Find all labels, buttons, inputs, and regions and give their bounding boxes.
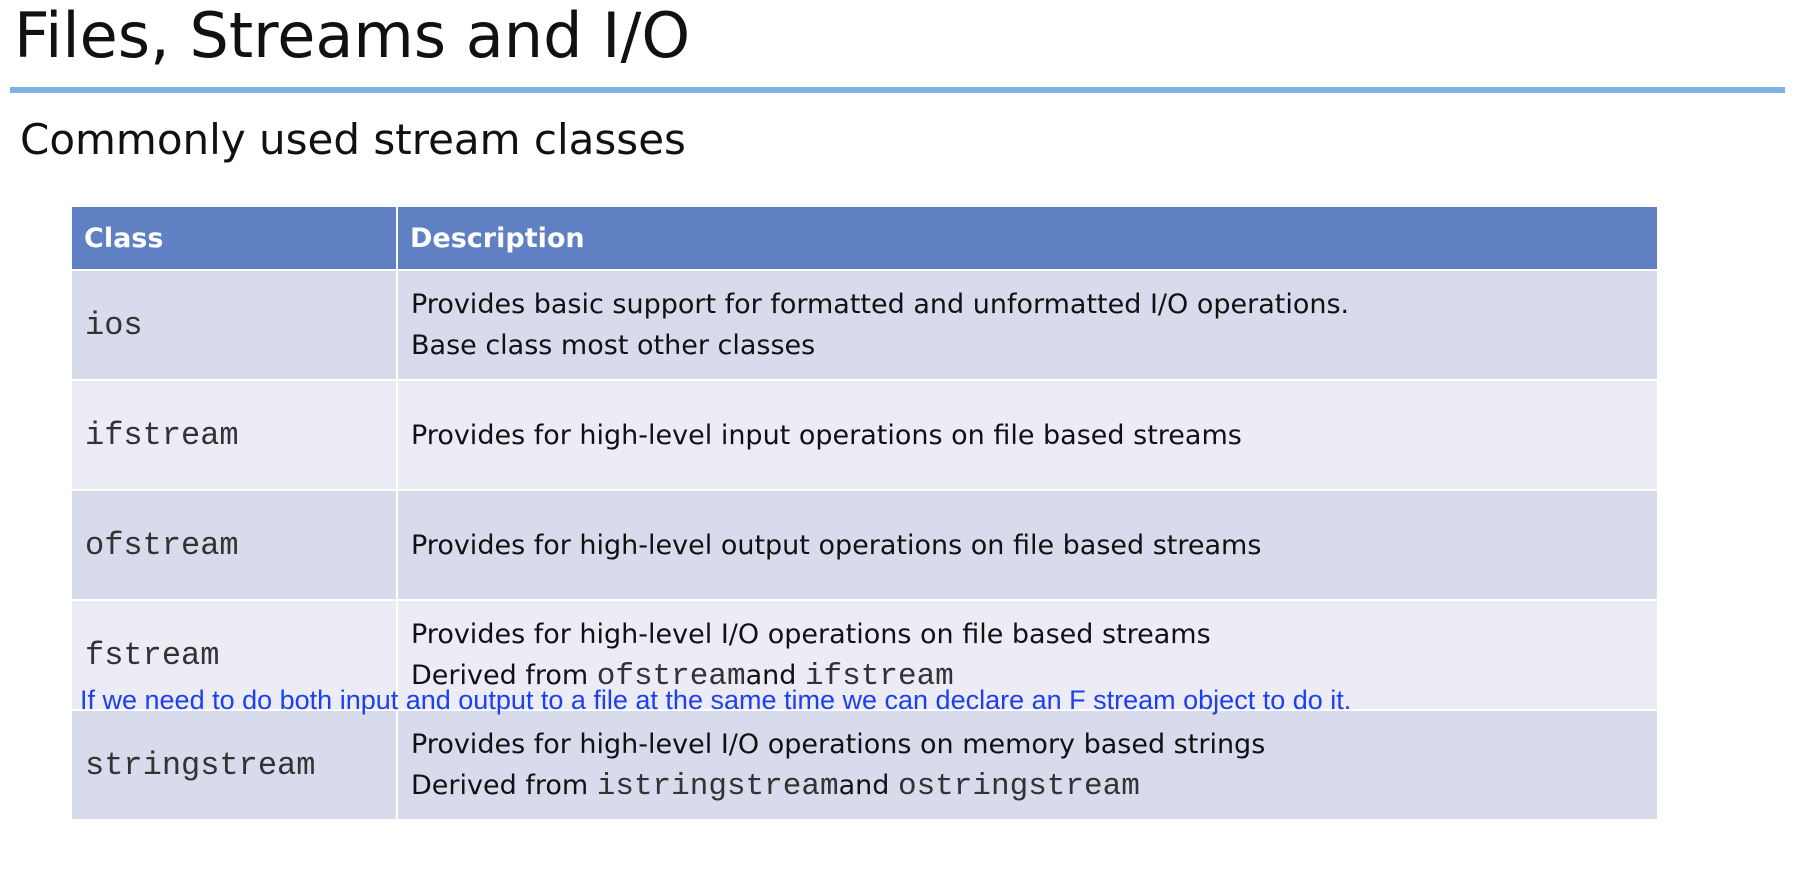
table-row: ofstream Provides for high-level output … [72,489,1657,601]
class-name-cell: stringstream [72,709,398,821]
title-divider [10,87,1785,93]
derived-from-label: Derived from [411,769,597,801]
and-label: and [838,769,898,801]
description-line: Provides for high-level I/O operations o… [411,728,1266,760]
derived-class-code: istringstream [596,768,839,804]
header-class: Class [72,207,398,271]
description-cell: Provides for high-level input operations… [396,379,1657,491]
description-line: Derived from istringstreamand ostringstr… [411,765,1657,807]
description-cell: Provides basic support for formatted and… [396,269,1657,381]
caption-overlay: If we need to do both input and output t… [80,685,1352,715]
table-row: ios Provides basic support for formatted… [72,269,1657,381]
slide-subtitle: Commonly used stream classes [20,115,686,164]
table-row: ifstream Provides for high-level input o… [72,379,1657,491]
derived-class-code: ostringstream [897,768,1140,804]
description-line: Provides for high-level input operations… [411,419,1242,451]
class-name-cell: ios [72,269,398,381]
description-line: Provides for high-level I/O operations o… [411,618,1211,650]
slide-title: Files, Streams and I/O [14,0,691,72]
description-cell: Provides for high-level I/O operations o… [396,709,1657,821]
class-name-cell: ifstream [72,379,398,491]
description-line: Provides for high-level output operation… [411,529,1262,561]
table-header-row: Class Description [72,207,1657,271]
table-row: stringstream Provides for high-level I/O… [72,709,1657,821]
stream-classes-table: Class Description ios Provides basic sup… [72,207,1657,821]
description-line: Provides basic support for formatted and… [411,289,1350,320]
class-name-cell: ofstream [72,489,398,601]
description-cell: Provides for high-level output operation… [396,489,1657,601]
description-line: Base class most other classes [411,330,816,361]
header-description: Description [396,207,1657,271]
